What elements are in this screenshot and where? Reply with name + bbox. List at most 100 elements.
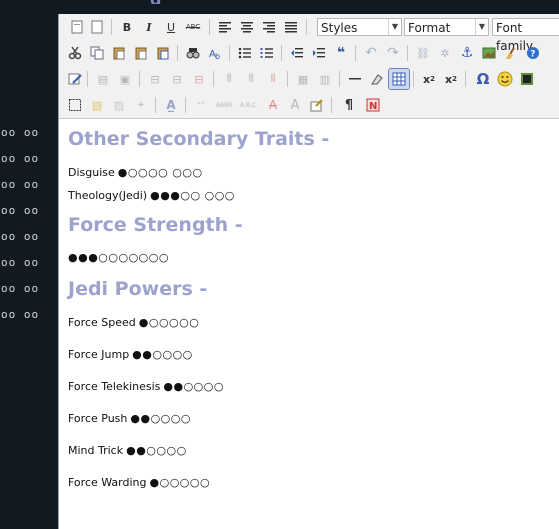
paste-icon[interactable] [109, 43, 129, 63]
split-cells-icon[interactable]: ▦ [293, 69, 313, 89]
template-icon[interactable] [87, 17, 107, 37]
power-line-force-push: Force Push ●●○○○○ [68, 412, 191, 425]
toolbar-separator [139, 71, 140, 87]
trait-name: Theology(Jedi) [68, 189, 148, 202]
deletion-icon[interactable]: A [263, 95, 283, 115]
svg-text:b: b [215, 52, 220, 60]
power-rating: ●●○○○○ [163, 380, 224, 393]
align-justify-icon[interactable] [281, 17, 301, 37]
toolbar-separator [87, 71, 88, 87]
insert-col-after-icon[interactable]: ⫴ [241, 69, 261, 89]
outdent-icon[interactable] [287, 43, 307, 63]
move-forward-icon[interactable]: ▨ [109, 95, 129, 115]
insert-row-after-icon[interactable]: ⊟ [167, 69, 187, 89]
insert-layer-icon[interactable]: ▨ [87, 95, 107, 115]
table-icon[interactable] [388, 68, 410, 90]
power-name: Force Warding [68, 476, 147, 489]
align-right-icon[interactable] [259, 17, 279, 37]
emoticon-icon[interactable] [495, 69, 515, 89]
toolbar-separator [229, 45, 230, 61]
toolbar-separator [185, 97, 186, 113]
image-icon[interactable] [479, 43, 499, 63]
power-name: Force Telekinesis [68, 380, 161, 393]
table-row-props-icon[interactable]: ▤ [93, 69, 113, 89]
remove-format-icon[interactable] [367, 69, 387, 89]
font-family-dropdown[interactable]: Font family [492, 18, 559, 53]
cut-icon[interactable] [65, 43, 85, 63]
power-rating: ●○○○○○ [149, 476, 211, 489]
pilcrow-icon[interactable]: ¶ [339, 95, 359, 115]
strikethrough-button[interactable]: ABC [183, 17, 203, 37]
bullet-list-icon[interactable] [235, 43, 255, 63]
toolbar-separator [306, 19, 307, 35]
link-icon[interactable]: ⛓ [413, 43, 433, 63]
insert-row-before-icon[interactable]: ⊟ [145, 69, 165, 89]
power-line-mind-trick: Mind Trick ●●○○○○ [68, 444, 187, 457]
acronym-icon[interactable]: A.B.C. [239, 95, 259, 115]
insertion-icon[interactable]: A [285, 95, 305, 115]
align-center-icon[interactable] [237, 17, 257, 37]
delete-row-icon[interactable]: ⊟ [189, 69, 209, 89]
format-dropdown[interactable]: Format ▼ [404, 18, 489, 36]
toolbar-separator [281, 45, 282, 61]
anchor-icon[interactable]: ⚓ [457, 43, 477, 63]
section-heading-force-strength: Force Strength - [68, 214, 243, 236]
chevron-down-icon: ▼ [388, 19, 401, 35]
force-strength-line: ●●●○○○○○○○ [68, 251, 169, 264]
toolbar-separator [407, 45, 408, 61]
insert-col-before-icon[interactable]: ⫴ [219, 69, 239, 89]
merge-cells-icon[interactable]: ▥ [315, 69, 335, 89]
toolbar-separator [355, 45, 356, 61]
replace-icon[interactable]: Ab [205, 43, 225, 63]
numbered-list-icon[interactable] [257, 43, 277, 63]
toolbar-row-1: B I U ABC Styles ▼ Format ▼ Font family [59, 15, 559, 53]
redo-icon[interactable]: ↷ [383, 43, 403, 63]
power-rating: ●○○○○○ [138, 316, 200, 329]
power-name: Force Jump [68, 348, 130, 361]
absolute-position-icon[interactable]: ⌖ [131, 95, 151, 115]
attributes-icon[interactable] [307, 95, 327, 115]
find-icon[interactable] [183, 43, 203, 63]
toolbar-separator [155, 97, 156, 113]
help-icon[interactable]: ? [523, 43, 543, 63]
superscript-icon[interactable]: x2 [441, 69, 461, 89]
horizontal-rule-icon[interactable] [345, 69, 365, 89]
delete-col-icon[interactable]: ⫴ [263, 69, 283, 89]
align-left-icon[interactable] [215, 17, 235, 37]
media-icon[interactable] [517, 69, 537, 89]
abbr-icon[interactable]: ABBR. [215, 95, 235, 115]
editor-toolbar: B I U ABC Styles ▼ Format ▼ Font family … [59, 14, 559, 119]
background-heading-fragment: g [150, 0, 180, 4]
cite-icon[interactable]: “” [191, 95, 211, 115]
format-label: Format [408, 21, 451, 35]
new-document-icon[interactable] [67, 17, 87, 37]
power-line-force-jump: Force Jump ●●○○○○ [68, 348, 193, 361]
unlink-icon[interactable]: ✲ [435, 43, 455, 63]
underline-button[interactable]: U [161, 17, 181, 37]
power-name: Mind Trick [68, 444, 124, 457]
edit-html-icon[interactable] [65, 69, 85, 89]
copy-icon[interactable] [87, 43, 107, 63]
background-dots-list: oo oo oo oo oo oo oo oo oo oo oo oo oo o… [0, 126, 58, 334]
nonbreaking-icon[interactable]: N [363, 95, 383, 115]
blockquote-icon[interactable]: ❝ [331, 43, 351, 63]
paste-word-icon[interactable] [153, 43, 173, 63]
special-character-icon[interactable]: Ω [473, 69, 493, 89]
chevron-down-icon: ▼ [475, 19, 488, 35]
trait-line-disguise: Disguise ●○○○○ ○○○ [68, 166, 203, 179]
bold-button[interactable]: B [117, 17, 137, 37]
cleanup-icon[interactable] [501, 43, 521, 63]
force-strength-rating: ●●●○○○○○○○ [68, 251, 169, 264]
style-props-icon[interactable]: A̲ [161, 95, 181, 115]
paste-text-icon[interactable] [131, 43, 151, 63]
italic-button[interactable]: I [139, 17, 159, 37]
toolbar-separator [331, 97, 332, 113]
indent-icon[interactable] [309, 43, 329, 63]
visual-aid-icon[interactable] [65, 95, 85, 115]
undo-icon[interactable]: ↶ [361, 43, 381, 63]
dots-row: oo oo [1, 230, 40, 243]
power-rating: ●●○○○○ [130, 412, 191, 425]
subscript-icon[interactable]: x2 [419, 69, 439, 89]
table-cell-props-icon[interactable]: ▣ [115, 69, 135, 89]
styles-dropdown[interactable]: Styles ▼ [317, 18, 402, 36]
